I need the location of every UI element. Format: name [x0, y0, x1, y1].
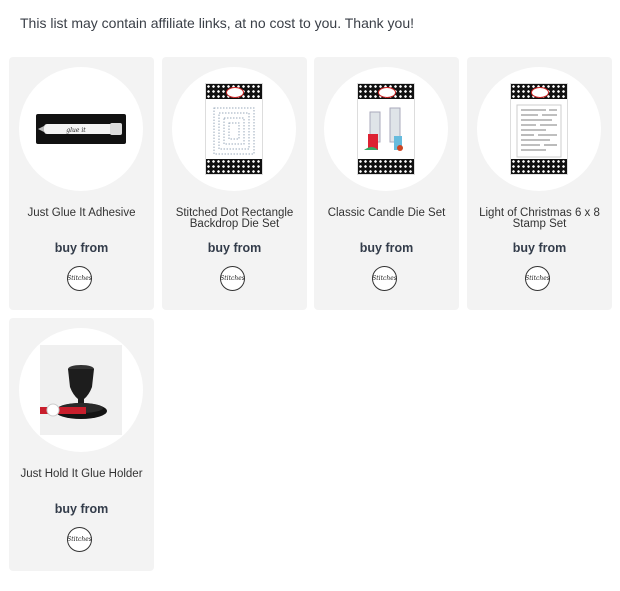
- glue-holder-icon: [40, 345, 122, 435]
- die-set-package-icon: [206, 84, 262, 174]
- product-card: Stitched Dot Rectangle Backdrop Die Set …: [162, 57, 307, 310]
- store-logo-button[interactable]: Stitches: [220, 266, 245, 291]
- product-card: glue it Just Glue It Adhesive buy from S…: [9, 57, 154, 310]
- disclaimer-text: This list may contain affiliate links, a…: [20, 15, 415, 31]
- product-name[interactable]: Just Glue It Adhesive: [15, 207, 148, 219]
- candle-die-package-icon: [358, 84, 414, 174]
- stamp-set-package-icon: [511, 84, 567, 174]
- product-image[interactable]: [19, 328, 143, 452]
- product-name[interactable]: Classic Candle Die Set: [320, 207, 453, 219]
- buy-from-label: buy from: [54, 502, 109, 516]
- buy-from-label: buy from: [54, 241, 109, 255]
- glue-pen-icon: glue it: [36, 114, 126, 144]
- buy-from-label: buy from: [512, 241, 567, 255]
- product-card: Classic Candle Die Set buy from Stitches: [314, 57, 459, 310]
- store-logo-button[interactable]: Stitches: [525, 266, 550, 291]
- product-card: Light of Christmas 6 x 8 Stamp Set buy f…: [467, 57, 612, 310]
- product-card: Just Hold It Glue Holder buy from Stitch…: [9, 318, 154, 571]
- product-image[interactable]: glue it: [19, 67, 143, 191]
- store-logo-button[interactable]: Stitches: [372, 266, 397, 291]
- svg-text:glue it: glue it: [66, 127, 86, 134]
- product-image[interactable]: [477, 67, 601, 191]
- product-name[interactable]: Just Hold It Glue Holder: [15, 468, 148, 480]
- product-image[interactable]: [324, 67, 448, 191]
- buy-from-label: buy from: [359, 241, 414, 255]
- store-logo-button[interactable]: Stitches: [67, 527, 92, 552]
- store-logo-button[interactable]: Stitches: [67, 266, 92, 291]
- product-image[interactable]: [172, 67, 296, 191]
- product-name[interactable]: Stitched Dot Rectangle Backdrop Die Set: [168, 207, 301, 230]
- buy-from-label: buy from: [207, 241, 262, 255]
- product-name[interactable]: Light of Christmas 6 x 8 Stamp Set: [473, 207, 606, 230]
